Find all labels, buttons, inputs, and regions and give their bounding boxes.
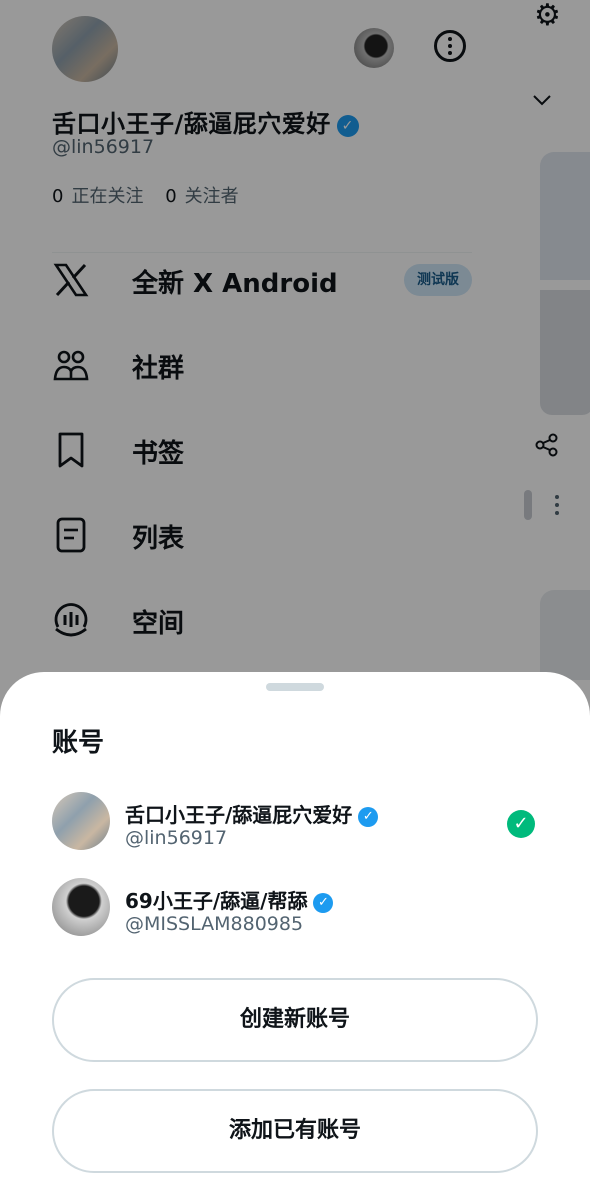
account-handle: @lin56917: [125, 827, 228, 849]
account-handle: @MISSLAM880985: [125, 913, 304, 935]
sheet-title: 账号: [52, 728, 105, 758]
add-existing-account-button[interactable]: 添加已有账号: [52, 1089, 538, 1173]
selected-check-icon: ✓: [507, 810, 535, 838]
account-row[interactable]: 69小王子/舔逼/帮舔 ✓ @MISSLAM880985: [52, 878, 538, 938]
account-row[interactable]: 舌口小王子/舔逼屁穴爱好 ✓ @lin56917: [52, 792, 538, 852]
account-name-text: 舌口小王子/舔逼屁穴爱好: [125, 803, 353, 827]
account-name: 69小王子/舔逼/帮舔 ✓: [125, 885, 334, 914]
sheet-drag-handle[interactable]: [266, 683, 324, 691]
create-account-button[interactable]: 创建新账号: [52, 978, 538, 1062]
avatar: [52, 792, 110, 850]
avatar: [52, 878, 110, 936]
verified-badge-icon: ✓: [358, 807, 379, 827]
verified-badge-icon: ✓: [313, 893, 334, 913]
account-name-text: 69小王子/舔逼/帮舔: [125, 889, 308, 913]
account-name: 舌口小王子/舔逼屁穴爱好 ✓: [125, 799, 379, 828]
